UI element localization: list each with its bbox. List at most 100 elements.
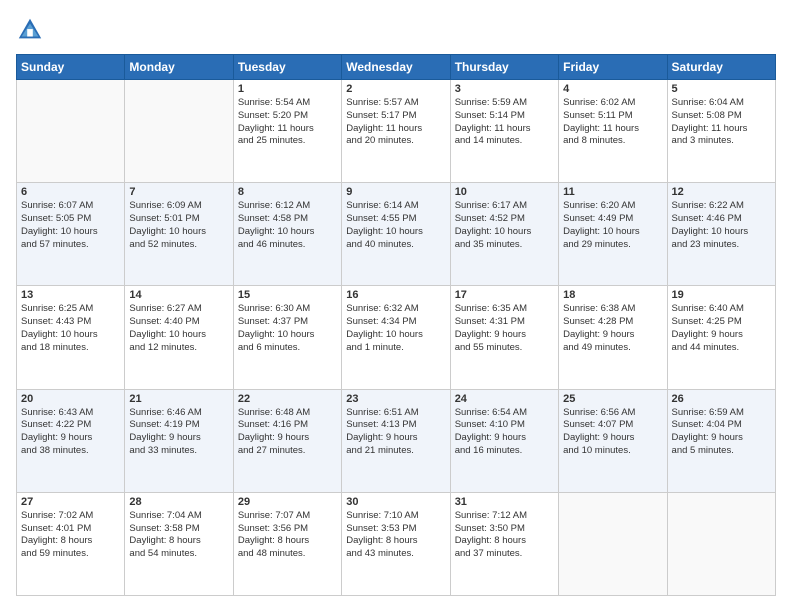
day-number: 16 [346,289,445,301]
day-info: Sunrise: 6:12 AM Sunset: 4:58 PM Dayligh… [238,200,315,249]
week-row: 6 Sunrise: 6:07 AM Sunset: 5:05 PM Daylig… [17,183,776,286]
day-info: Sunrise: 7:10 AM Sunset: 3:53 PM Dayligh… [346,510,418,559]
day-info: Sunrise: 6:43 AM Sunset: 4:22 PM Dayligh… [21,407,93,456]
day-number: 4 [563,83,662,95]
day-number: 30 [346,496,445,508]
day-cell [17,80,125,183]
day-number: 28 [129,496,228,508]
day-info: Sunrise: 6:17 AM Sunset: 4:52 PM Dayligh… [455,200,532,249]
day-info: Sunrise: 6:35 AM Sunset: 4:31 PM Dayligh… [455,303,527,352]
day-info: Sunrise: 7:12 AM Sunset: 3:50 PM Dayligh… [455,510,527,559]
day-cell: 3 Sunrise: 5:59 AM Sunset: 5:14 PM Daylig… [450,80,558,183]
day-number: 18 [563,289,662,301]
week-row: 20 Sunrise: 6:43 AM Sunset: 4:22 PM Dayli… [17,389,776,492]
day-info: Sunrise: 5:57 AM Sunset: 5:17 PM Dayligh… [346,97,422,146]
day-number: 13 [21,289,120,301]
day-cell: 30 Sunrise: 7:10 AM Sunset: 3:53 PM Dayli… [342,492,450,595]
day-header: Saturday [667,55,775,80]
header [16,16,776,44]
day-header: Tuesday [233,55,341,80]
day-cell: 29Sunrise: 7:07 AM Sunset: 3:56 PM Dayli… [233,492,341,595]
day-cell: 1Sunrise: 5:54 AM Sunset: 5:20 PM Daylig… [233,80,341,183]
day-cell: 6 Sunrise: 6:07 AM Sunset: 5:05 PM Daylig… [17,183,125,286]
day-info: Sunrise: 6:46 AM Sunset: 4:19 PM Dayligh… [129,407,201,456]
logo [16,16,48,44]
day-number: 23 [346,393,445,405]
day-cell: 31 Sunrise: 7:12 AM Sunset: 3:50 PM Dayli… [450,492,558,595]
day-cell: 17Sunrise: 6:35 AM Sunset: 4:31 PM Dayli… [450,286,558,389]
day-cell: 20 Sunrise: 6:43 AM Sunset: 4:22 PM Dayli… [17,389,125,492]
week-row: 27 Sunrise: 7:02 AM Sunset: 4:01 PM Dayli… [17,492,776,595]
day-cell [667,492,775,595]
day-info: Sunrise: 6:25 AM Sunset: 4:43 PM Dayligh… [21,303,98,352]
logo-icon [16,16,44,44]
day-cell: 7 Sunrise: 6:09 AM Sunset: 5:01 PM Daylig… [125,183,233,286]
day-cell: 4 Sunrise: 6:02 AM Sunset: 5:11 PM Daylig… [559,80,667,183]
header-row: SundayMondayTuesdayWednesdayThursdayFrid… [17,55,776,80]
day-cell: 10 Sunrise: 6:17 AM Sunset: 4:52 PM Dayli… [450,183,558,286]
day-number: 10 [455,186,554,198]
week-row: 13 Sunrise: 6:25 AM Sunset: 4:43 PM Dayli… [17,286,776,389]
day-number: 6 [21,186,120,198]
day-info: Sunrise: 6:20 AM Sunset: 4:49 PM Dayligh… [563,200,640,249]
day-header: Thursday [450,55,558,80]
day-number: 9 [346,186,445,198]
day-info: Sunrise: 6:40 AM Sunset: 4:25 PM Dayligh… [672,303,744,352]
day-number: 19 [672,289,771,301]
day-number: 8 [238,186,337,198]
week-row: 1Sunrise: 5:54 AM Sunset: 5:20 PM Daylig… [17,80,776,183]
day-cell: 19 Sunrise: 6:40 AM Sunset: 4:25 PM Dayli… [667,286,775,389]
day-info: Sunrise: 6:54 AM Sunset: 4:10 PM Dayligh… [455,407,527,456]
day-info: Sunrise: 6:51 AM Sunset: 4:13 PM Dayligh… [346,407,418,456]
day-info: Sunrise: 6:04 AM Sunset: 5:08 PM Dayligh… [672,97,748,146]
day-cell: 14 Sunrise: 6:27 AM Sunset: 4:40 PM Dayli… [125,286,233,389]
day-number: 7 [129,186,228,198]
day-cell: 9Sunrise: 6:14 AM Sunset: 4:55 PM Daylig… [342,183,450,286]
page: SundayMondayTuesdayWednesdayThursdayFrid… [0,0,792,612]
day-header: Sunday [17,55,125,80]
day-cell: 28 Sunrise: 7:04 AM Sunset: 3:58 PM Dayli… [125,492,233,595]
day-header: Friday [559,55,667,80]
day-info: Sunrise: 6:32 AM Sunset: 4:34 PM Dayligh… [346,303,423,352]
day-info: Sunrise: 6:07 AM Sunset: 5:05 PM Dayligh… [21,200,98,249]
day-info: Sunrise: 5:59 AM Sunset: 5:14 PM Dayligh… [455,97,531,146]
day-cell: 5 Sunrise: 6:04 AM Sunset: 5:08 PM Daylig… [667,80,775,183]
day-number: 25 [563,393,662,405]
day-number: 31 [455,496,554,508]
day-info: Sunrise: 7:02 AM Sunset: 4:01 PM Dayligh… [21,510,93,559]
day-cell: 13 Sunrise: 6:25 AM Sunset: 4:43 PM Dayli… [17,286,125,389]
day-number: 24 [455,393,554,405]
day-cell: 21 Sunrise: 6:46 AM Sunset: 4:19 PM Dayli… [125,389,233,492]
day-number: 14 [129,289,228,301]
day-cell [125,80,233,183]
day-cell: 12Sunrise: 6:22 AM Sunset: 4:46 PM Dayli… [667,183,775,286]
day-info: Sunrise: 6:22 AM Sunset: 4:46 PM Dayligh… [672,200,749,249]
day-number: 11 [563,186,662,198]
day-number: 26 [672,393,771,405]
day-number: 3 [455,83,554,95]
day-cell: 27 Sunrise: 7:02 AM Sunset: 4:01 PM Dayli… [17,492,125,595]
day-header: Wednesday [342,55,450,80]
day-number: 21 [129,393,228,405]
day-number: 20 [21,393,120,405]
day-cell [559,492,667,595]
day-number: 5 [672,83,771,95]
day-number: 15 [238,289,337,301]
day-header: Monday [125,55,233,80]
day-cell: 23 Sunrise: 6:51 AM Sunset: 4:13 PM Dayli… [342,389,450,492]
day-number: 2 [346,83,445,95]
day-cell: 15Sunrise: 6:30 AM Sunset: 4:37 PM Dayli… [233,286,341,389]
day-info: Sunrise: 6:09 AM Sunset: 5:01 PM Dayligh… [129,200,206,249]
day-cell: 18 Sunrise: 6:38 AM Sunset: 4:28 PM Dayli… [559,286,667,389]
day-info: Sunrise: 7:04 AM Sunset: 3:58 PM Dayligh… [129,510,201,559]
day-cell: 11 Sunrise: 6:20 AM Sunset: 4:49 PM Dayli… [559,183,667,286]
day-cell: 16 Sunrise: 6:32 AM Sunset: 4:34 PM Dayli… [342,286,450,389]
day-info: Sunrise: 6:02 AM Sunset: 5:11 PM Dayligh… [563,97,639,146]
calendar: SundayMondayTuesdayWednesdayThursdayFrid… [16,54,776,596]
day-info: Sunrise: 6:38 AM Sunset: 4:28 PM Dayligh… [563,303,635,352]
day-info: Sunrise: 6:48 AM Sunset: 4:16 PM Dayligh… [238,407,310,456]
day-info: Sunrise: 6:27 AM Sunset: 4:40 PM Dayligh… [129,303,206,352]
day-cell: 8 Sunrise: 6:12 AM Sunset: 4:58 PM Daylig… [233,183,341,286]
day-info: Sunrise: 5:54 AM Sunset: 5:20 PM Dayligh… [238,97,314,146]
day-number: 27 [21,496,120,508]
